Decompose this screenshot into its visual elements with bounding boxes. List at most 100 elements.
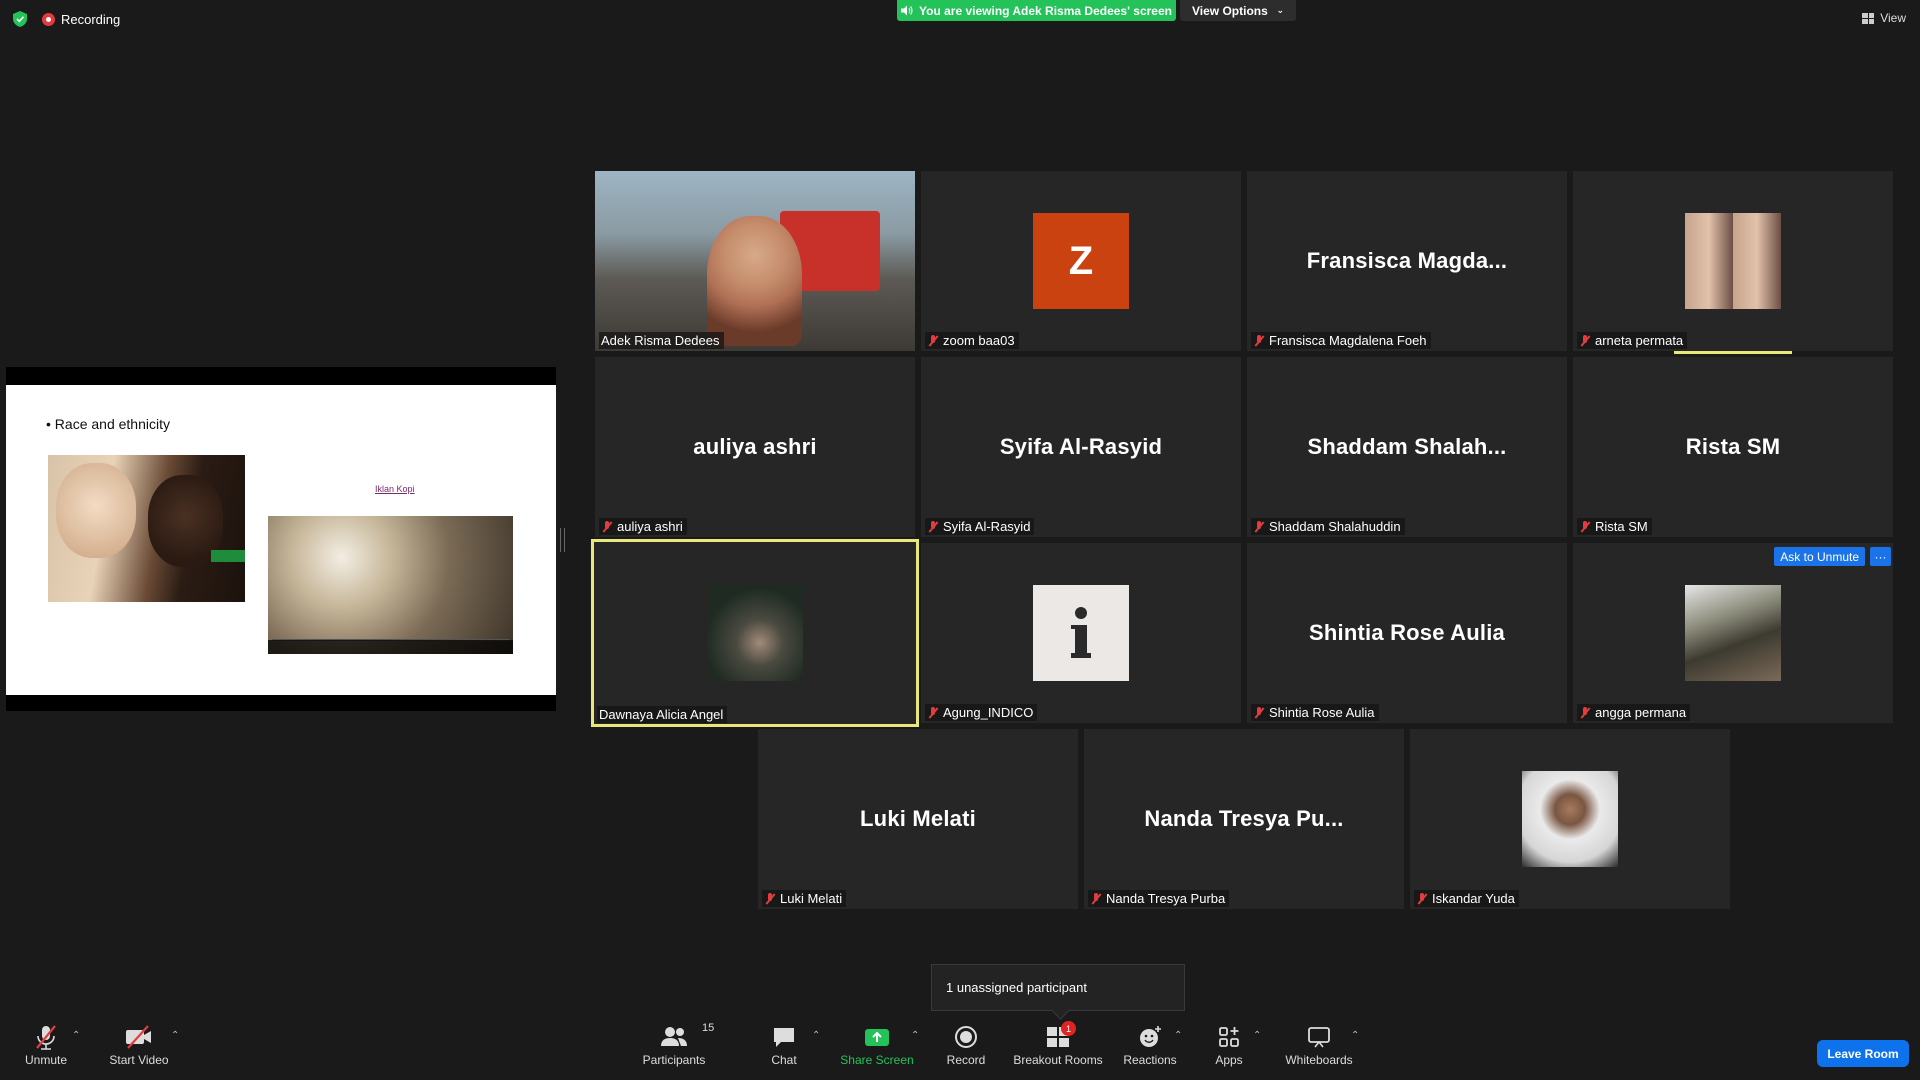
- participant-display-name: Fransisca Magda...: [1306, 248, 1508, 273]
- slide-video-player[interactable]: [268, 516, 513, 654]
- record-label: Record: [946, 1053, 986, 1067]
- view-button[interactable]: View: [1862, 11, 1906, 25]
- whiteboard-icon: [1307, 1024, 1331, 1050]
- video-tile[interactable]: Nanda Tresya Pu... Nanda Tresya Purba: [1084, 729, 1404, 909]
- participant-display-name: auliya ashri: [693, 434, 817, 459]
- chevron-down-icon: ⌄: [1276, 5, 1284, 15]
- leave-room-button[interactable]: Leave Room: [1817, 1040, 1909, 1067]
- reactions-options-caret[interactable]: ⌃: [1174, 1030, 1182, 1041]
- share-screen-button[interactable]: Share Screen: [840, 1024, 914, 1067]
- video-tile[interactable]: Adek Risma Dedees: [595, 171, 915, 351]
- mic-muted-icon: [1579, 520, 1591, 533]
- unmute-label: Unmute: [24, 1053, 68, 1067]
- breakout-rooms-icon: 1: [1046, 1021, 1076, 1050]
- record-button[interactable]: Record: [944, 1024, 988, 1067]
- reactions-label: Reactions: [1123, 1053, 1177, 1067]
- whiteboards-label: Whiteboards: [1285, 1053, 1353, 1067]
- video-tile[interactable]: Rista SM Rista SM: [1573, 357, 1893, 537]
- shared-screen[interactable]: • Race and ethnicity Iklan Kopi: [6, 367, 556, 711]
- share-screen-icon: [864, 1024, 890, 1050]
- participant-name-label: Syifa Al-Rasyid: [925, 518, 1035, 535]
- video-tile[interactable]: arneta permata: [1573, 171, 1893, 351]
- chat-label: Chat: [771, 1053, 797, 1067]
- video-tile[interactable]: Z zoom baa03: [921, 171, 1241, 351]
- mic-muted-icon: [1579, 706, 1591, 719]
- video-off-icon: [124, 1024, 154, 1050]
- video-tile[interactable]: auliya ashri auliya ashri: [595, 357, 915, 537]
- participant-display-name: Shintia Rose Aulia: [1309, 620, 1505, 645]
- slide-video-link[interactable]: Iklan Kopi: [375, 484, 415, 494]
- start-video-button[interactable]: Start Video: [106, 1024, 172, 1067]
- shield-icon[interactable]: [12, 10, 28, 28]
- presentation-slide: • Race and ethnicity Iklan Kopi: [6, 385, 556, 695]
- participant-display-name: Syifa Al-Rasyid: [999, 434, 1163, 459]
- speaker-icon: [901, 5, 913, 16]
- recording-indicator[interactable]: Recording: [42, 12, 120, 27]
- record-icon: [954, 1024, 978, 1050]
- meeting-toolbar: Unmute ⌃ Start Video ⌃ 15 Participants C…: [0, 1016, 1920, 1080]
- video-tile[interactable]: Syifa Al-Rasyid Syifa Al-Rasyid: [921, 357, 1241, 537]
- mic-muted-icon: [1253, 334, 1265, 347]
- breakout-rooms-button[interactable]: 1 Breakout Rooms: [1013, 1021, 1103, 1067]
- ask-to-unmute-button[interactable]: Ask to Unmute: [1774, 547, 1865, 566]
- start-video-label: Start Video: [109, 1053, 169, 1067]
- video-options-caret[interactable]: ⌃: [171, 1030, 179, 1041]
- mic-muted-icon: [927, 706, 939, 719]
- more-options-button[interactable]: ···: [1870, 547, 1891, 566]
- audio-options-caret[interactable]: ⌃: [72, 1030, 80, 1041]
- avatar: [1033, 585, 1129, 681]
- video-controls[interactable]: [268, 640, 513, 654]
- view-options-button[interactable]: View Options ⌄: [1180, 0, 1296, 21]
- avatar: Z: [1033, 213, 1129, 309]
- participant-display-name: Luki Melati: [860, 806, 976, 831]
- video-tile[interactable]: Agung_INDICO: [921, 543, 1241, 723]
- participant-video: [595, 171, 915, 351]
- video-tile[interactable]: Shintia Rose Aulia Shintia Rose Aulia: [1247, 543, 1567, 723]
- share-options-caret[interactable]: ⌃: [911, 1030, 919, 1041]
- participant-name-label: Adek Risma Dedees: [599, 332, 724, 349]
- viewing-banner-text: You are viewing Adek Risma Dedees' scree…: [919, 3, 1172, 18]
- mic-muted-icon: [601, 520, 613, 533]
- video-tile[interactable]: Ask to Unmute ··· angga permana: [1573, 543, 1893, 723]
- viewing-screen-banner: You are viewing Adek Risma Dedees' scree…: [897, 0, 1176, 21]
- info-icon: [1071, 607, 1091, 658]
- participant-name-label: angga permana: [1577, 704, 1691, 721]
- slide-photo: [48, 455, 245, 602]
- participant-name-label: Nanda Tresya Purba: [1088, 890, 1230, 907]
- reactions-button[interactable]: Reactions: [1122, 1024, 1178, 1067]
- video-tile-active-speaker[interactable]: Dawnaya Alicia Angel: [591, 539, 919, 727]
- meeting-status: Recording: [12, 10, 120, 28]
- chat-options-caret[interactable]: ⌃: [812, 1030, 820, 1041]
- participant-name-label: Iskandar Yuda: [1414, 890, 1519, 907]
- avatar: [1685, 585, 1781, 681]
- whiteboards-button[interactable]: Whiteboards: [1282, 1024, 1356, 1067]
- participant-name-label: Agung_INDICO: [925, 704, 1038, 721]
- unmute-button[interactable]: Unmute: [18, 1024, 74, 1067]
- apps-options-caret[interactable]: ⌃: [1253, 1030, 1261, 1041]
- participant-name-label: arneta permata: [1577, 332, 1688, 349]
- mic-muted-icon: [927, 334, 939, 347]
- video-tile[interactable]: Iskandar Yuda: [1410, 729, 1730, 909]
- participants-icon: 15: [660, 1022, 714, 1050]
- video-tile[interactable]: Shaddam Shalah... Shaddam Shalahuddin: [1247, 357, 1567, 537]
- gallery-grid-icon: [1862, 12, 1875, 24]
- apps-icon: [1217, 1024, 1241, 1050]
- view-options-label: View Options: [1192, 3, 1268, 18]
- reactions-icon: [1138, 1024, 1162, 1050]
- share-screen-label: Share Screen: [840, 1053, 914, 1067]
- mic-muted-icon: [1253, 706, 1265, 719]
- chat-button[interactable]: Chat: [764, 1024, 804, 1067]
- mic-off-icon: [34, 1024, 58, 1050]
- apps-button[interactable]: Apps: [1210, 1024, 1248, 1067]
- participants-count: 15: [702, 1022, 715, 1034]
- panel-resize-handle[interactable]: [560, 528, 565, 552]
- video-tile[interactable]: Luki Melati Luki Melati: [758, 729, 1078, 909]
- avatar: [1522, 771, 1618, 867]
- participant-name-label: Fransisca Magdalena Foeh: [1251, 332, 1431, 349]
- whiteboards-options-caret[interactable]: ⌃: [1351, 1030, 1359, 1041]
- video-tile[interactable]: Fransisca Magda... Fransisca Magdalena F…: [1247, 171, 1567, 351]
- participant-name-label: Rista SM: [1577, 518, 1652, 535]
- mic-muted-icon: [1090, 892, 1102, 905]
- participants-button[interactable]: 15 Participants: [642, 1022, 715, 1067]
- chat-icon: [772, 1024, 796, 1050]
